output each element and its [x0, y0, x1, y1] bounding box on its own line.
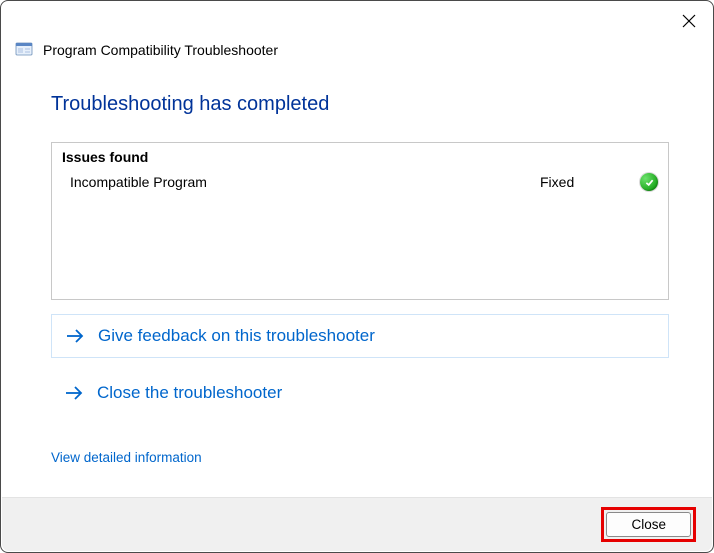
dialog-content: Troubleshooting has completed Issues fou…: [1, 69, 713, 465]
give-feedback-option[interactable]: Give feedback on this troubleshooter: [51, 314, 669, 358]
issues-header: Issues found: [62, 149, 658, 165]
dialog-title: Program Compatibility Troubleshooter: [43, 42, 278, 58]
close-button-highlight: Close: [601, 507, 696, 542]
close-troubleshooter-label: Close the troubleshooter: [97, 383, 282, 403]
troubleshooter-app-icon: [15, 41, 33, 59]
titlebar: [1, 1, 713, 41]
arrow-right-icon: [64, 325, 86, 347]
dialog-header: Program Compatibility Troubleshooter: [1, 41, 713, 69]
issue-row: Incompatible Program Fixed: [62, 171, 658, 193]
give-feedback-label: Give feedback on this troubleshooter: [98, 326, 375, 346]
issue-status: Fixed: [540, 174, 630, 190]
dialog-footer: Close: [2, 497, 712, 551]
issue-name: Incompatible Program: [70, 174, 540, 190]
issues-found-box: Issues found Incompatible Program Fixed: [51, 142, 669, 300]
arrow-right-icon: [63, 382, 85, 404]
completion-heading: Troubleshooting has completed: [51, 93, 677, 116]
view-detailed-info-link[interactable]: View detailed information: [51, 450, 202, 465]
check-icon: [640, 173, 658, 191]
close-troubleshooter-option[interactable]: Close the troubleshooter: [51, 372, 669, 414]
close-icon[interactable]: [679, 11, 699, 31]
issue-status-icon: [630, 173, 658, 191]
close-button[interactable]: Close: [606, 512, 691, 537]
